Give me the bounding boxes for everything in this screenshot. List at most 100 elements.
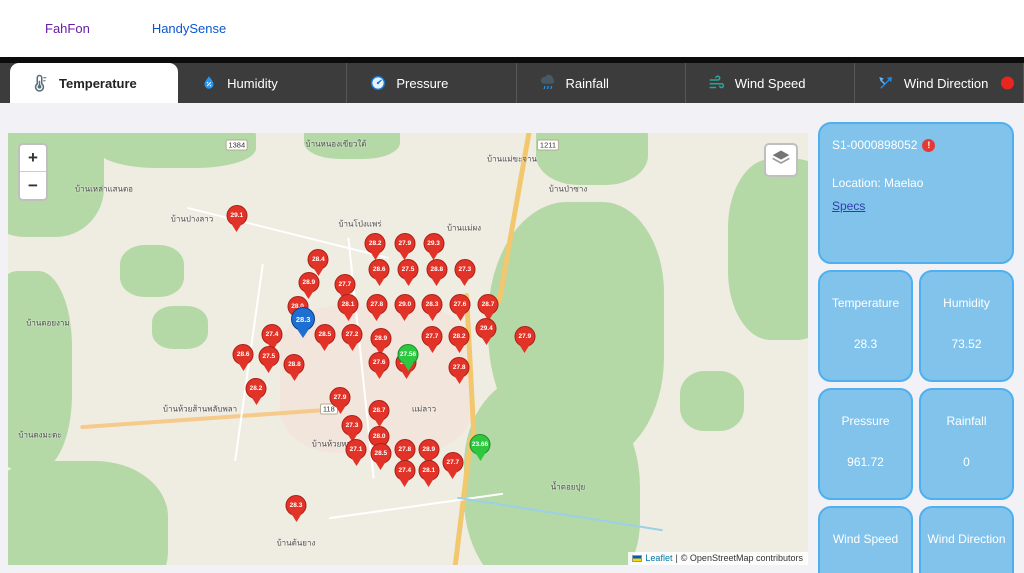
map-marker-red[interactable]: 27.6 — [450, 294, 471, 321]
marker-value: 28.7 — [373, 407, 386, 414]
humidity-drop-icon — [200, 74, 218, 92]
pressure-gauge-icon — [369, 74, 387, 92]
map-marker-red[interactable]: 28.7 — [369, 400, 390, 427]
layers-icon — [771, 148, 791, 173]
map-marker-red[interactable]: 28.1 — [338, 294, 359, 321]
map-marker-red[interactable]: 27.7 — [442, 452, 463, 479]
map-marker-red[interactable]: 28.3 — [286, 495, 307, 522]
map-marker-green[interactable]: 23.66 — [470, 434, 491, 461]
ukraine-flag-icon — [632, 555, 642, 562]
map-marker-red[interactable]: 28.5 — [314, 324, 335, 351]
map-place-label: บ้านเหล่าแสนตอ — [75, 183, 133, 196]
metric-card-humidity[interactable]: Humidity 73.52 — [919, 270, 1014, 382]
marker-value: 27.5 — [262, 353, 275, 360]
map-marker-red[interactable]: 27.5 — [398, 259, 419, 286]
marker-value: 28.3 — [290, 502, 303, 509]
marker-value: 28.5 — [318, 331, 331, 338]
map-marker-selected[interactable]: 28.3 — [291, 307, 315, 338]
marker-value: 27.8 — [453, 364, 466, 371]
map-marker-red[interactable]: 28.2 — [246, 378, 267, 405]
tab-wind-speed[interactable]: Wind Speed — [686, 63, 855, 103]
map-place-label: บ้านแม่ผง — [447, 222, 481, 235]
thermometer-icon — [32, 74, 50, 92]
marker-value: 28.4 — [312, 256, 325, 263]
tab-temperature[interactable]: Temperature — [10, 63, 178, 103]
map-marker-red[interactable]: 27.9 — [514, 326, 535, 353]
map-layers-button[interactable] — [764, 143, 798, 177]
marker-value: 28.1 — [422, 467, 435, 474]
station-sidebar: S1-0000898052 ! Location: Maelao Specs T… — [818, 122, 1014, 573]
map-marker-red[interactable]: 28.1 — [418, 460, 439, 487]
road-shield: 1384 — [225, 140, 248, 151]
recording-status-dot — [1001, 77, 1014, 90]
map-place-label: บ้านหนองเขียวใต้ — [306, 137, 367, 150]
metric-card-pressure[interactable]: Pressure 961.72 — [818, 388, 913, 500]
map-marker-red[interactable]: 29.3 — [423, 233, 444, 260]
map-marker-red[interactable]: 27.8 — [449, 357, 470, 384]
marker-value: 27.6 — [454, 301, 467, 308]
marker-value: 27.1 — [350, 446, 363, 453]
map-marker-red[interactable]: 27.9 — [394, 233, 415, 260]
map-marker-red[interactable]: 27.3 — [454, 259, 475, 286]
map-marker-red[interactable]: 28.6 — [369, 259, 390, 286]
map-marker-red[interactable]: 27.1 — [346, 439, 367, 466]
map-marker-red[interactable]: 28.6 — [233, 344, 254, 371]
marker-value: 27.8 — [370, 301, 383, 308]
map-marker-red[interactable]: 28.2 — [449, 326, 470, 353]
metric-label: Humidity — [943, 296, 990, 310]
marker-value: 27.56 — [400, 351, 416, 358]
handysense-link[interactable]: HandySense — [152, 21, 226, 36]
map-place-label: แม่ลาว — [412, 403, 436, 416]
map-container[interactable]: 1384 1211 118 บ้านหนองเขียวใต้บ้านแม่ขะจ… — [8, 133, 808, 565]
map-attribution: Leaflet | © OpenStreetMap contributors — [628, 552, 808, 565]
map-marker-red[interactable]: 29.4 — [476, 318, 497, 345]
main-content: 1384 1211 118 บ้านหนองเขียวใต้บ้านแม่ขะจ… — [0, 103, 1024, 573]
marker-value: 28.9 — [374, 335, 387, 342]
metric-card-temperature[interactable]: Temperature 28.3 — [818, 270, 913, 382]
tab-pressure[interactable]: Pressure — [347, 63, 516, 103]
map-marker-red[interactable]: 28.3 — [422, 294, 443, 321]
marker-value: 23.66 — [472, 441, 488, 448]
map-forest-area — [728, 159, 808, 340]
metric-card-rainfall[interactable]: Rainfall 0 — [919, 388, 1014, 500]
map-marker-red[interactable]: 27.8 — [366, 294, 387, 321]
metric-card-wind-direction[interactable]: Wind Direction 63 — [919, 506, 1014, 573]
marker-value: 28.3 — [426, 301, 439, 308]
map-marker-red[interactable]: 28.5 — [370, 443, 391, 470]
marker-value: 27.3 — [458, 266, 471, 273]
map-marker-red[interactable]: 27.9 — [330, 387, 351, 414]
map-marker-red[interactable]: 29.1 — [226, 205, 247, 232]
osm-attribution[interactable]: © OpenStreetMap contributors — [681, 553, 803, 563]
marker-value: 28.0 — [373, 433, 386, 440]
zoom-in-button[interactable]: + — [20, 145, 46, 172]
map-marker-red[interactable]: 27.2 — [342, 324, 363, 351]
map-marker-red[interactable]: 27.6 — [369, 352, 390, 379]
map-place-label: บ้านปางลาว — [171, 213, 213, 226]
tab-humidity[interactable]: Humidity — [178, 63, 347, 103]
map-marker-red[interactable]: 27.4 — [394, 460, 415, 487]
metric-label: Temperature — [832, 296, 899, 310]
leaflet-link[interactable]: Leaflet — [645, 553, 672, 563]
tab-wind-direction[interactable]: Wind Direction — [855, 63, 1024, 103]
map-marker-red[interactable]: 28.8 — [284, 354, 305, 381]
tab-rainfall[interactable]: Rainfall — [517, 63, 686, 103]
marker-value: 28.5 — [374, 450, 387, 457]
specs-link[interactable]: Specs — [832, 199, 865, 213]
marker-value: 29.1 — [230, 212, 243, 219]
marker-value: 28.6 — [237, 351, 250, 358]
zoom-out-button[interactable]: − — [20, 172, 46, 199]
map-marker-red[interactable]: 27.5 — [258, 346, 279, 373]
map-marker-red[interactable]: 29.0 — [394, 294, 415, 321]
fahfon-link[interactable]: FahFon — [45, 21, 90, 36]
marker-value: 27.9 — [398, 240, 411, 247]
rain-cloud-icon — [539, 74, 557, 92]
compass-arrow-icon — [877, 74, 895, 92]
map-marker-red[interactable]: 28.8 — [426, 259, 447, 286]
marker-value: 29.4 — [480, 325, 493, 332]
map-marker-green[interactable]: 27.56 — [398, 344, 419, 371]
map-marker-red[interactable]: 27.7 — [422, 326, 443, 353]
map-marker-red[interactable]: 28.2 — [365, 233, 386, 260]
wind-icon — [708, 74, 726, 92]
tab-label: Rainfall — [566, 76, 609, 91]
metric-card-wind-speed[interactable]: Wind Speed 0 — [818, 506, 913, 573]
